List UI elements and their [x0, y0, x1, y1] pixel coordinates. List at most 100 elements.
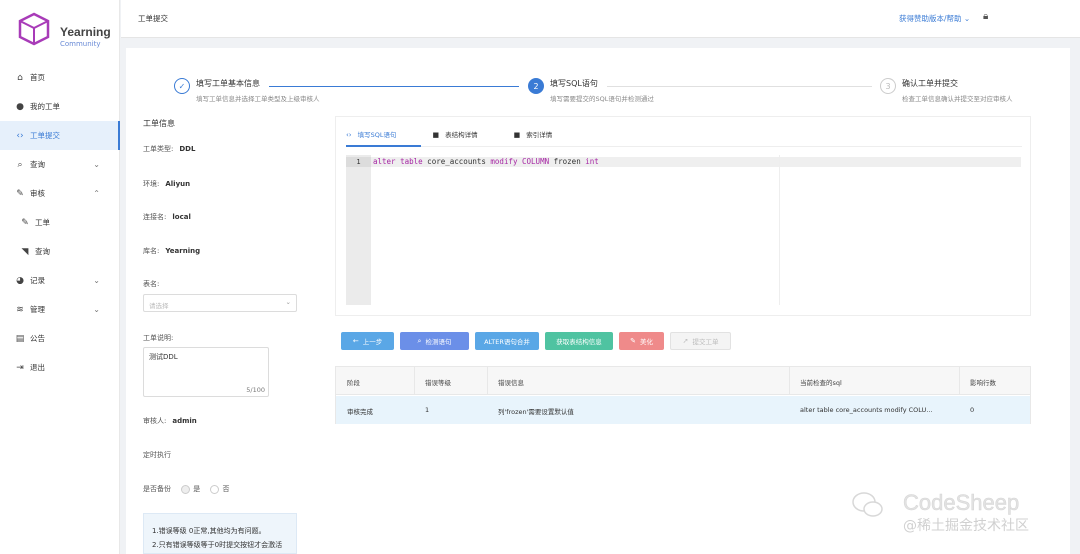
- sql-text: frozen: [549, 157, 586, 166]
- sidebar-item[interactable]: ≋ 管理 ⌄: [0, 295, 120, 324]
- wechat-icon: [852, 492, 883, 517]
- tip-line: 1.错误等级 0正常,其他均为有问题。: [152, 527, 266, 535]
- editor-gutter: [346, 155, 371, 305]
- print-margin: [779, 155, 780, 305]
- search-icon: ⌕: [17, 159, 23, 170]
- column-divider: [487, 367, 488, 395]
- chevron-down-icon: ⌄: [93, 305, 100, 314]
- sql-code-line[interactable]: alter table core_accounts modify COLUMN …: [371, 157, 1021, 167]
- backup-no-radio[interactable]: [210, 484, 220, 494]
- watermark: CodeSheep @稀土掘金技术社区: [845, 488, 1075, 548]
- sidebar-item-label: 退出: [30, 363, 45, 372]
- table-cell: 1: [425, 406, 430, 414]
- desc-label: 工单说明:: [143, 334, 174, 342]
- table-select[interactable]: 请选择 ⌄: [143, 294, 297, 312]
- sql-text: core_accounts: [422, 157, 491, 166]
- home-icon: ⌂: [17, 72, 23, 83]
- column-divider: [959, 367, 960, 395]
- column-header: 影响行数: [970, 379, 996, 387]
- desc-value: 测试DDL: [149, 353, 178, 361]
- code-icon: ‹›: [16, 130, 24, 141]
- sql-editor[interactable]: 1 alter table core_accounts modify COLUM…: [346, 155, 1022, 305]
- page-title: 工单提交: [138, 14, 168, 23]
- sidebar-item[interactable]: ⇥ 退出: [0, 353, 120, 382]
- lock-icon[interactable]: 🔒︎: [983, 11, 988, 22]
- brand-edition: Community: [60, 40, 101, 48]
- code-icon: ‹›: [346, 131, 352, 139]
- logo[interactable]: Yearning Community: [18, 12, 118, 52]
- section-title: 工单信息: [143, 119, 175, 128]
- step-number: 3: [880, 78, 896, 94]
- submit-order-button[interactable]: ➚ 提交工单: [670, 332, 731, 350]
- table-cell: 审核完成: [347, 408, 373, 416]
- backup-field: 是否备份 是 否: [143, 484, 230, 494]
- tab-divider: [346, 146, 1022, 147]
- editor-tabs: ‹› 填写SQL语句 ■ 表结构详情 ■ 索引详情: [346, 129, 588, 145]
- beautify-button[interactable]: ✎ 美化: [619, 332, 664, 350]
- chevron-up-icon: ⌃: [93, 189, 100, 198]
- env-field: 环境: Aliyun: [143, 180, 191, 188]
- prev-step-button[interactable]: ← 上一步: [341, 332, 394, 350]
- sidebar-item-label: 首页: [30, 73, 45, 82]
- step-progress: ✓ 填写工单基本信息 填写工单信息并选择工单类型及上级审核人 2 填写SQL语句 填写需要…: [174, 78, 1074, 108]
- sidebar-item[interactable]: ● 我的工单: [0, 92, 120, 121]
- schedule-label: 定时执行: [143, 451, 171, 459]
- conn-value: local: [172, 213, 191, 221]
- sidebar-item[interactable]: ◕ 记录 ⌄: [0, 266, 120, 295]
- column-header: 错误等级: [425, 379, 451, 387]
- table-header: 阶段 错误等级 错误信息 当前检查的sql 影响行数: [336, 367, 1030, 395]
- sidebar-item[interactable]: ▤ 公告: [0, 324, 120, 353]
- sidebar-item[interactable]: ⌕ 查询 ⌄: [0, 150, 120, 179]
- tab-label: 表结构详情: [445, 131, 478, 139]
- edit-icon: ✎: [16, 188, 24, 199]
- desc-textarea[interactable]: 测试DDL 5/100: [143, 347, 269, 397]
- sidebar-item[interactable]: ‹› 工单提交: [0, 121, 120, 150]
- step-title: 填写SQL语句: [550, 79, 598, 88]
- table-row[interactable]: 审核完成 1 列'frozen'需要设置默认值 alter table core_ac…: [336, 396, 1030, 424]
- column-header: 当前检查的sql: [800, 379, 842, 387]
- merge-alter-button[interactable]: ALTER语句合并: [475, 332, 539, 350]
- button-label: ALTER语句合并: [484, 338, 530, 346]
- sidebar-item[interactable]: ✎ 审核 ⌃: [0, 179, 120, 208]
- env-value: Aliyun: [165, 180, 191, 188]
- folder-icon: ■: [513, 131, 521, 139]
- sql-keyword: int: [585, 157, 599, 166]
- step-description: 填写需要提交的SQL语句并检测通过: [550, 95, 654, 103]
- layers-icon: ≋: [16, 304, 24, 315]
- sidebar-item[interactable]: ✎ 工单: [0, 208, 120, 237]
- user-icon: ●: [16, 101, 24, 112]
- check-sql-button[interactable]: ⌕ 检测语句: [400, 332, 469, 350]
- button-label: 美化: [639, 338, 653, 346]
- reviewer-field: 审核人: admin: [143, 417, 197, 425]
- sidebar-item[interactable]: ◥ 查询: [0, 237, 120, 266]
- button-label: 获取表结构信息: [556, 338, 602, 346]
- chevron-down-icon: ⌄: [93, 160, 100, 169]
- step-title: 填写工单基本信息: [196, 79, 260, 88]
- column-divider: [789, 367, 790, 395]
- db-field: 库名: Yearning: [143, 247, 201, 255]
- backup-yes-radio[interactable]: [181, 484, 191, 494]
- sql-keyword: COLUMN: [522, 157, 550, 166]
- tab-table-schema[interactable]: ■ 表结构详情: [432, 129, 477, 145]
- check-icon: ✓: [174, 78, 190, 94]
- top-bar: 工单提交 获得赞助版本/帮助 ⌄ 🔒︎: [121, 0, 1080, 38]
- sidebar-item-label: 我的工单: [30, 102, 60, 111]
- tab-sql[interactable]: ‹› 填写SQL语句: [346, 129, 396, 145]
- chevron-down-icon: ⌄: [93, 276, 100, 285]
- conn-field: 连接名: local: [143, 213, 191, 221]
- fetch-schema-button[interactable]: 获取表结构信息: [545, 332, 613, 350]
- sidebar-item-label: 公告: [30, 334, 45, 343]
- column-divider: [414, 367, 415, 395]
- step-title: 确认工单并提交: [902, 79, 958, 88]
- tab-label: 索引详情: [526, 131, 553, 139]
- help-link[interactable]: 获得赞助版本/帮助 ⌄: [899, 13, 970, 24]
- table-label: 表名:: [143, 280, 160, 288]
- watermark-line2: @稀土掘金技术社区: [903, 518, 1029, 534]
- tip-line: 2.只有错误等级等于0时提交按钮才会激活: [152, 541, 283, 549]
- tab-index[interactable]: ■ 索引详情: [514, 129, 553, 145]
- sql-keyword: alter: [373, 157, 396, 166]
- active-tab-indicator: [346, 145, 421, 147]
- logout-icon: ⇥: [16, 362, 24, 373]
- sidebar-item[interactable]: ⌂ 首页: [0, 63, 120, 92]
- button-label: 提交工单: [692, 338, 719, 346]
